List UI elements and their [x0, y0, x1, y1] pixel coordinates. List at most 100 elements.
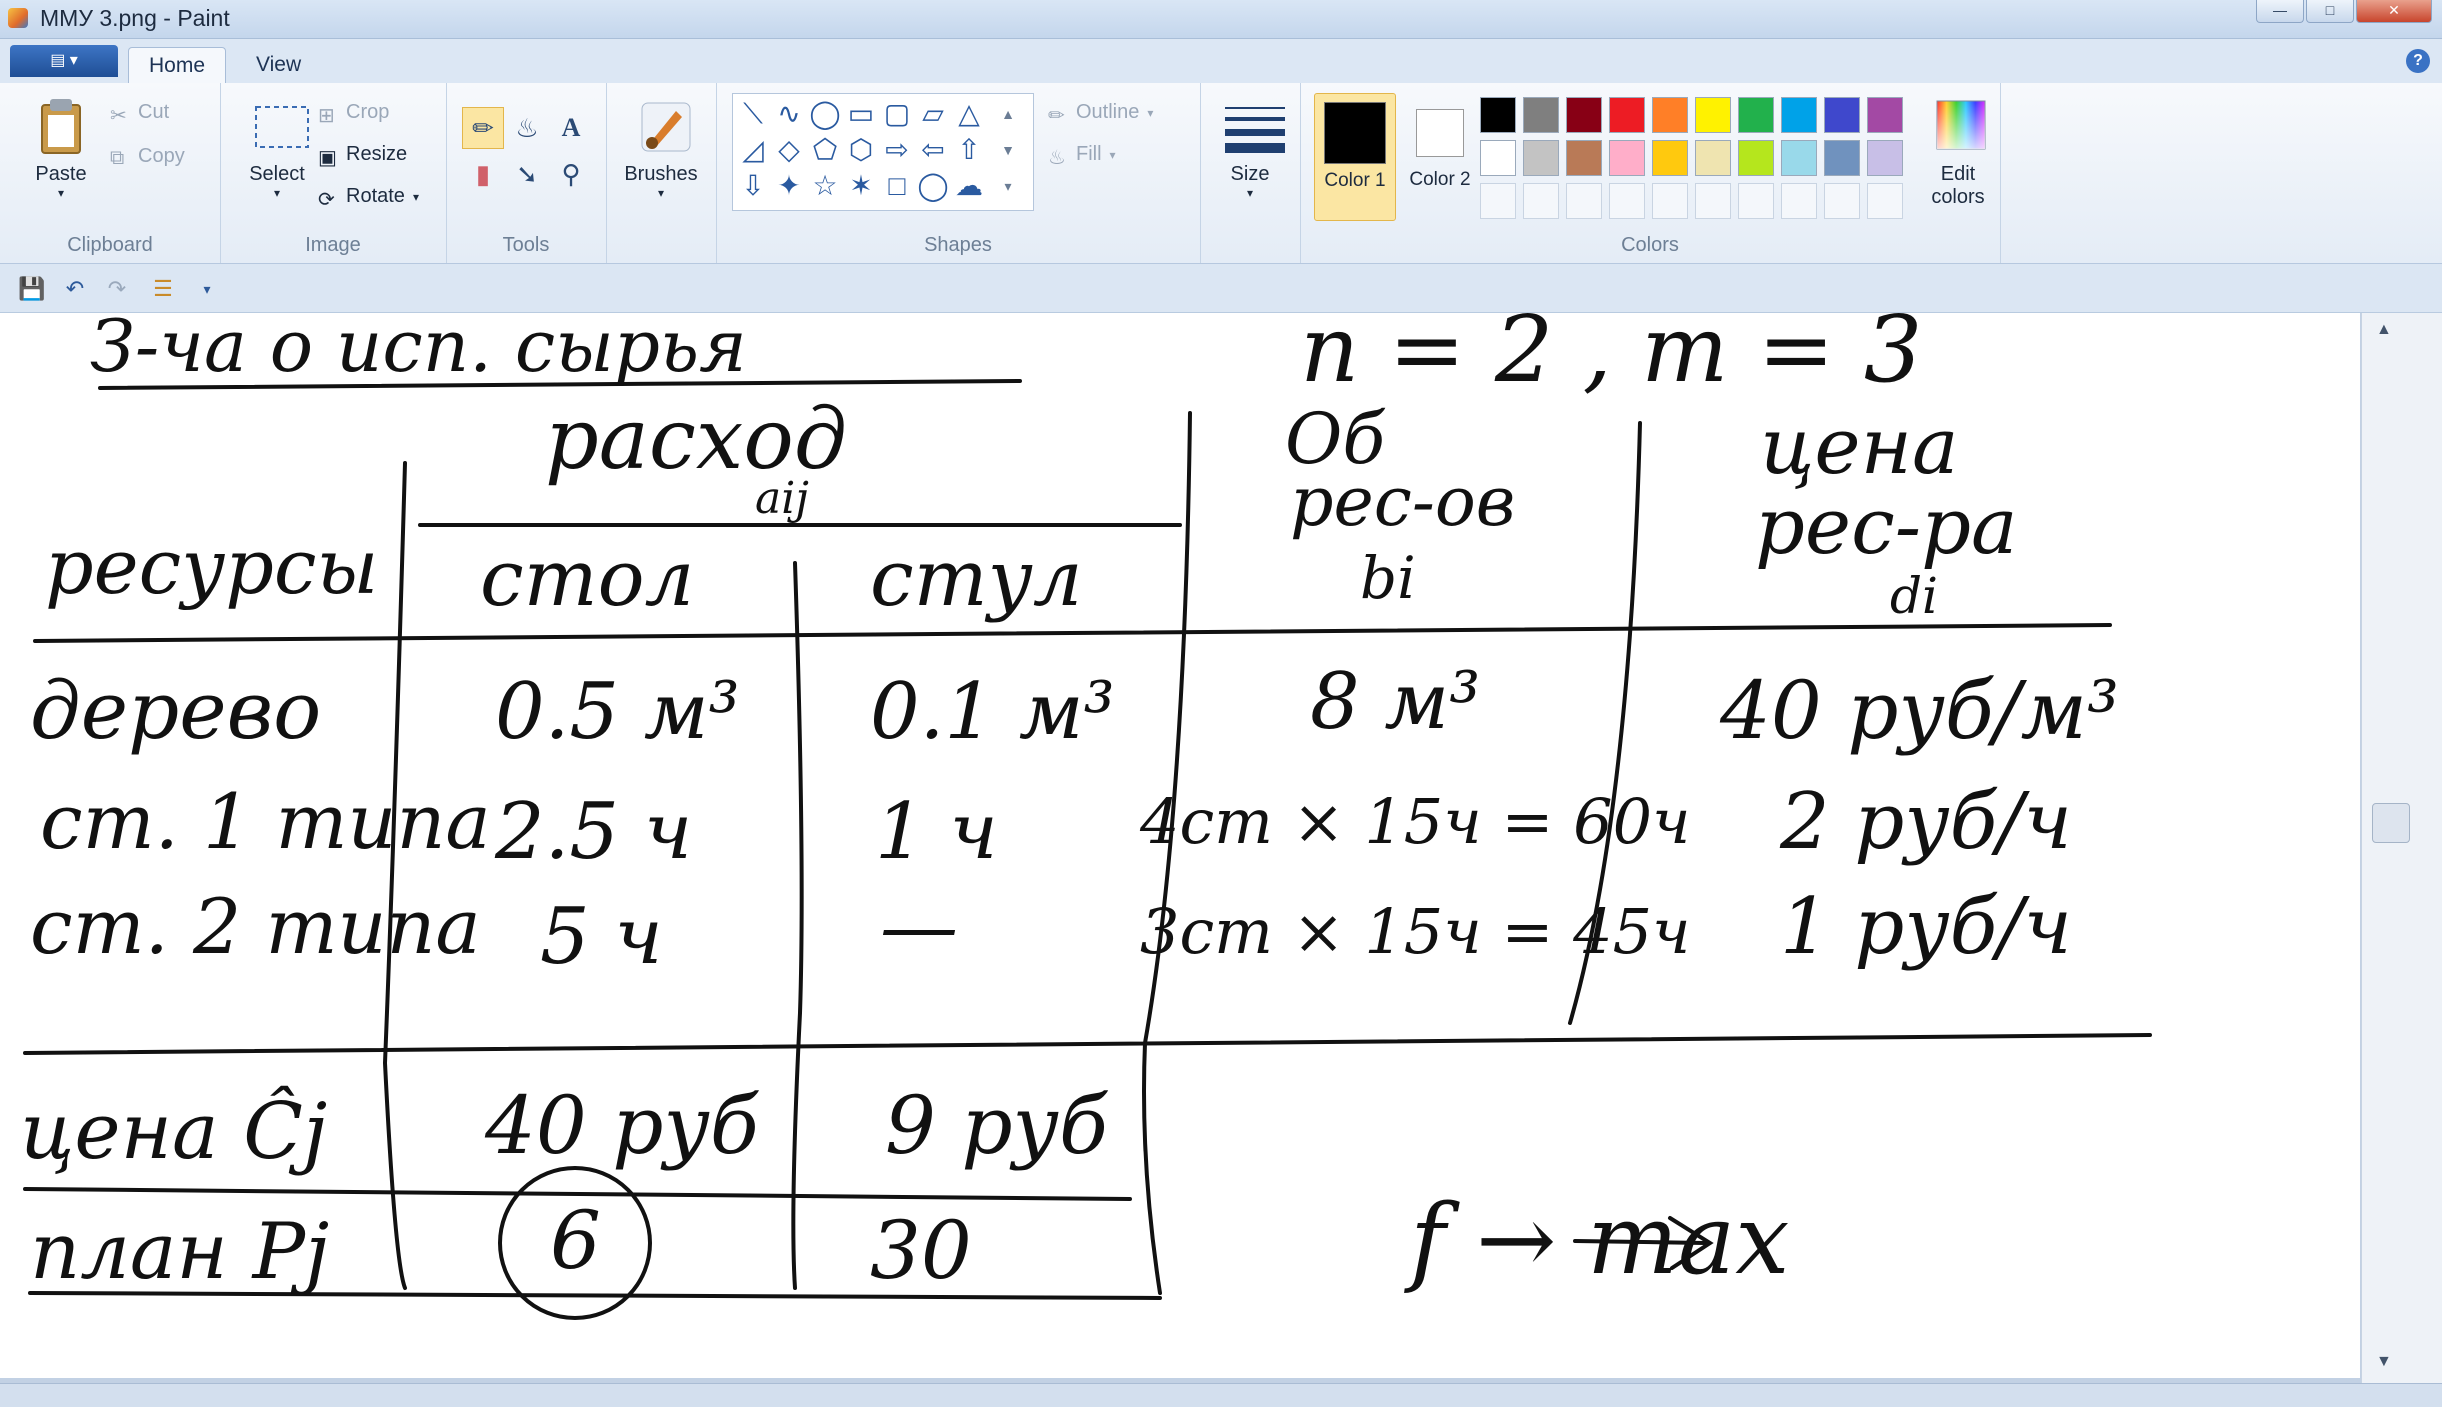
oval-shape-icon[interactable]: ◯ [807, 96, 843, 132]
shapes-scroll-up-icon[interactable]: ▲ [993, 96, 1023, 132]
six-point-star-shape-icon[interactable]: ✶ [843, 168, 879, 204]
curve-shape-icon[interactable]: ∿ [771, 96, 807, 132]
undo-icon[interactable]: ↶ [62, 276, 88, 302]
down-arrow-shape-icon[interactable]: ⇩ [735, 168, 771, 204]
oval-callout-shape-icon[interactable]: ◯ [915, 168, 951, 204]
eraser-icon[interactable]: ▮ [462, 153, 504, 195]
palette-swatch[interactable] [1523, 97, 1559, 133]
palette-swatch[interactable] [1738, 97, 1774, 133]
copy-label: Copy [138, 145, 185, 167]
text-tool-icon[interactable]: A [550, 107, 592, 149]
edit-colors-button[interactable]: Edit colors [1920, 97, 1996, 209]
image-group-label: Image [305, 234, 361, 256]
select-button[interactable]: Select ▾ [232, 97, 322, 200]
help-icon[interactable]: ? [2406, 49, 2430, 73]
palette-swatch[interactable] [1652, 140, 1688, 176]
custom-color-slot[interactable] [1480, 183, 1516, 219]
color1-button[interactable]: Color 1 [1314, 93, 1396, 221]
palette-swatch[interactable] [1867, 97, 1903, 133]
four-point-star-shape-icon[interactable]: ✦ [771, 168, 807, 204]
five-point-star-shape-icon[interactable]: ☆ [807, 168, 843, 204]
tab-home[interactable]: Home [128, 47, 227, 84]
size-button[interactable]: Size ▾ [1214, 97, 1286, 200]
paste-button[interactable]: Paste ▾ [28, 97, 94, 200]
vertical-scrollbar[interactable]: ▲ ▼ [2361, 313, 2442, 1383]
magnifier-icon[interactable]: ⚲ [550, 153, 592, 195]
color2-button[interactable]: Color 2 [1400, 93, 1480, 191]
palette-swatch[interactable] [1523, 140, 1559, 176]
custom-color-slot[interactable] [1824, 183, 1860, 219]
properties-icon[interactable]: ☰ [150, 276, 176, 302]
close-button[interactable]: ✕ [2356, 0, 2432, 23]
cut-button[interactable]: ✂ Cut [110, 101, 169, 127]
custom-color-slot[interactable] [1523, 183, 1559, 219]
cena-subscript: di [1890, 567, 1938, 625]
palette-swatch[interactable] [1566, 140, 1602, 176]
palette-swatch[interactable] [1738, 140, 1774, 176]
palette-swatch[interactable] [1609, 140, 1645, 176]
shapes-scroll-down-icon[interactable]: ▼ [993, 132, 1023, 168]
scroll-down-arrow-icon[interactable]: ▼ [2376, 1353, 2392, 1371]
rounded-rectangle-shape-icon[interactable]: ▢ [879, 96, 915, 132]
palette-swatch[interactable] [1695, 140, 1731, 176]
tab-view[interactable]: View [236, 47, 321, 83]
copy-button[interactable]: ⧉ Copy [110, 145, 185, 169]
redo-icon[interactable]: ↷ [104, 276, 130, 302]
pentagon-shape-icon[interactable]: ⬠ [807, 132, 843, 168]
palette-swatch[interactable] [1480, 140, 1516, 176]
palette-swatch[interactable] [1566, 97, 1602, 133]
color-picker-icon[interactable]: ➘ [506, 153, 548, 195]
minimize-button[interactable]: — [2256, 0, 2304, 23]
fill-button[interactable]: ♨ Fill ▾ [1048, 143, 1116, 169]
palette-swatch[interactable] [1480, 97, 1516, 133]
line-shape-icon[interactable]: ⟍ [735, 96, 771, 132]
cloud-callout-shape-icon[interactable]: ☁ [951, 168, 987, 204]
palette-swatch[interactable] [1867, 140, 1903, 176]
palette-swatch[interactable] [1824, 97, 1860, 133]
fill-label: Fill [1076, 143, 1102, 165]
crop-button[interactable]: ⊞ Crop [318, 101, 389, 127]
scroll-up-arrow-icon[interactable]: ▲ [2376, 321, 2392, 339]
drawing-canvas[interactable]: З-ча о исп. сырья n = 2 , m = 3 расход a… [0, 296, 2360, 1378]
right-triangle-shape-icon[interactable]: ◿ [735, 132, 771, 168]
price-row-stul: 9 руб [885, 1079, 1109, 1172]
customize-toolbar-icon[interactable]: ▾ [194, 276, 220, 302]
scrollbar-thumb[interactable] [2372, 803, 2410, 843]
pencil-icon[interactable]: ✏ [462, 107, 504, 149]
brushes-button[interactable]: Brushes ▾ [614, 97, 708, 200]
row-1-cena: 40 руб/м³ [1719, 664, 2119, 757]
hexagon-shape-icon[interactable]: ⬡ [843, 132, 879, 168]
custom-color-slot[interactable] [1738, 183, 1774, 219]
custom-color-slot[interactable] [1609, 183, 1645, 219]
palette-swatch[interactable] [1781, 97, 1817, 133]
up-arrow-shape-icon[interactable]: ⇧ [951, 132, 987, 168]
custom-color-slot[interactable] [1781, 183, 1817, 219]
palette-swatch[interactable] [1781, 140, 1817, 176]
fill-bucket-icon[interactable]: ♨ [506, 107, 548, 149]
shapes-more-icon[interactable]: ▾ [993, 168, 1023, 204]
application-menu-button[interactable]: ▤ ▾ [10, 45, 118, 77]
palette-swatch[interactable] [1695, 97, 1731, 133]
rotate-button[interactable]: ⟳ Rotate ▾ [318, 185, 419, 211]
custom-color-slot[interactable] [1652, 183, 1688, 219]
outline-icon: ✏ [1048, 104, 1065, 127]
outline-button[interactable]: ✏ Outline ▾ [1048, 101, 1153, 127]
palette-swatch[interactable] [1609, 97, 1645, 133]
custom-color-slot[interactable] [1566, 183, 1602, 219]
left-arrow-shape-icon[interactable]: ⇦ [915, 132, 951, 168]
diamond-shape-icon[interactable]: ◇ [771, 132, 807, 168]
right-arrow-shape-icon[interactable]: ⇨ [879, 132, 915, 168]
rectangle-shape-icon[interactable]: ▭ [843, 96, 879, 132]
polygon-shape-icon[interactable]: ▱ [915, 96, 951, 132]
custom-color-slot[interactable] [1695, 183, 1731, 219]
resize-button[interactable]: ▣ Resize [318, 143, 407, 169]
triangle-shape-icon[interactable]: △ [951, 96, 987, 132]
custom-color-slot[interactable] [1867, 183, 1903, 219]
save-icon[interactable]: 💾 [18, 276, 45, 302]
rounded-callout-shape-icon[interactable]: □ [879, 168, 915, 204]
maximize-button[interactable]: □ [2306, 0, 2354, 23]
shapes-gallery[interactable]: ⟍ ∿ ◯ ▭ ▢ ▱ △ ◿ ◇ ⬠ ⬡ ⇨ ⇦ ⇧ ⇩ ✦ ☆ ✶ □ ◯ … [732, 93, 1034, 211]
palette-swatch[interactable] [1824, 140, 1860, 176]
obiem-subscript: bi [1360, 544, 1416, 612]
palette-swatch[interactable] [1652, 97, 1688, 133]
